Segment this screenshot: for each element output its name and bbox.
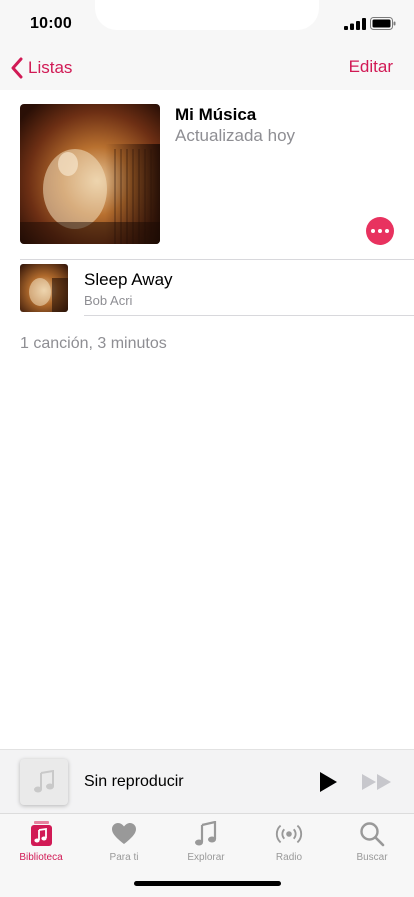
tab-label: Buscar	[356, 852, 388, 863]
mini-player[interactable]: Sin reproducir	[0, 749, 414, 814]
edit-button[interactable]: Editar	[349, 57, 393, 77]
tab-explorar[interactable]: Explorar	[165, 820, 247, 866]
notch	[95, 0, 319, 30]
play-icon[interactable]	[316, 770, 340, 794]
library-icon	[27, 820, 55, 848]
song-row[interactable]: Sleep Away Bob Acri	[0, 260, 414, 316]
fast-forward-icon[interactable]	[361, 772, 393, 792]
music-note-placeholder-icon	[34, 770, 54, 793]
home-indicator[interactable]	[134, 881, 281, 886]
tab-label: Para ti	[109, 852, 139, 863]
playlist-artwork[interactable]	[20, 104, 160, 244]
status-time: 10:00	[30, 15, 72, 32]
ellipsis-dot	[385, 229, 389, 233]
back-button-label: Listas	[28, 58, 73, 77]
song-artwork	[20, 264, 68, 312]
playlist-summary: 1 canción, 3 minutos	[20, 335, 167, 352]
search-icon	[358, 820, 386, 848]
music-note-icon	[192, 820, 220, 848]
ellipsis-icon	[371, 229, 375, 233]
tab-para-ti[interactable]: Para ti	[83, 820, 165, 866]
tab-label: Biblioteca	[19, 852, 63, 863]
divider	[84, 315, 414, 316]
tab-radio[interactable]: Radio	[248, 820, 330, 866]
tab-label: Explorar	[187, 852, 225, 863]
playlist-subtitle: Actualizada hoy	[175, 126, 296, 145]
mini-player-artwork	[20, 759, 68, 805]
tab-label: Radio	[275, 852, 303, 863]
playlist-header: Mi Música Actualizada hoy	[0, 90, 414, 258]
tab-buscar[interactable]: Buscar	[331, 820, 413, 866]
song-artist: Bob Acri	[84, 293, 133, 308]
back-button[interactable]: Listas	[10, 54, 72, 82]
song-title: Sleep Away	[84, 270, 173, 289]
ellipsis-dot	[378, 229, 382, 233]
more-options-button[interactable]	[366, 217, 394, 245]
signal-icon	[344, 18, 366, 30]
heart-icon	[110, 820, 138, 848]
chevron-left-icon	[11, 57, 23, 79]
nav-bar: Listas Editar	[0, 48, 414, 90]
battery-icon	[370, 17, 396, 30]
radio-icon	[275, 820, 303, 848]
playlist-title: Mi Música	[175, 105, 257, 124]
status-bar: 10:00	[0, 0, 414, 48]
tab-biblioteca[interactable]: Biblioteca	[0, 820, 82, 866]
mini-player-title: Sin reproducir	[84, 773, 184, 790]
